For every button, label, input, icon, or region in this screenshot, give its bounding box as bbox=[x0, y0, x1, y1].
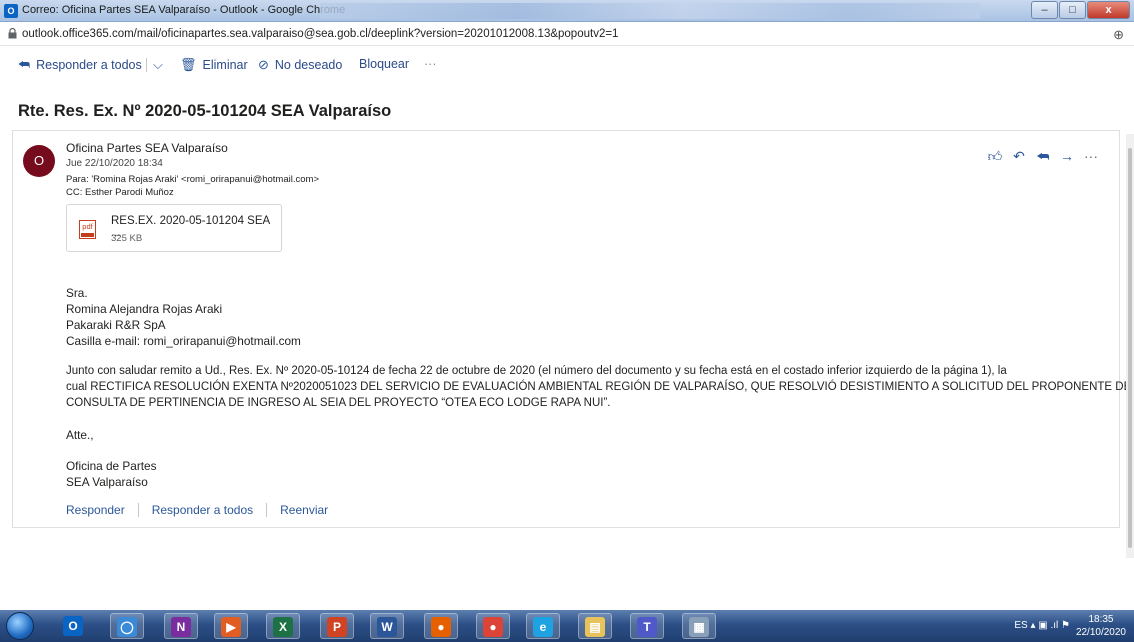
outlook-icon: O bbox=[63, 616, 83, 636]
scrollbar[interactable] bbox=[1126, 134, 1134, 558]
taskbar-app-calculator[interactable]: ▦ bbox=[682, 613, 716, 639]
calculator-icon: ▦ bbox=[689, 617, 709, 637]
to-recipients[interactable]: Para: 'Romina Rojas Araki' <romi_orirapa… bbox=[66, 174, 319, 185]
clock-time: 18:35 bbox=[1088, 614, 1114, 625]
reply-options-dropdown[interactable]: ⌵ bbox=[153, 57, 169, 73]
firefox-icon: ● bbox=[431, 617, 451, 637]
window-controls: – □ x bbox=[1030, 1, 1130, 19]
message-date: Jue 22/10/2020 18:34 bbox=[66, 158, 163, 169]
teams-icon: T bbox=[637, 617, 657, 637]
taskbar-app-file-explorer[interactable]: ▤ bbox=[578, 613, 612, 639]
attachment-size: 325 KB bbox=[111, 233, 143, 244]
delete-button[interactable]: 🗑 Eliminar bbox=[180, 57, 248, 73]
body-greeting: Sra. bbox=[66, 286, 88, 300]
address-bar[interactable]: outlook.office365.com/mail/oficinapartes… bbox=[0, 22, 1134, 46]
windows-taskbar: O ◯ N ▶ X P W ● ● e ▤ T ▦ ES ▴ ▣ .ıl ⚑ 18:35 22/10/2… bbox=[0, 610, 1134, 642]
clock-date: 22/10/2020 bbox=[1075, 627, 1126, 638]
url-text[interactable]: outlook.office365.com/mail/oficinapartes… bbox=[22, 28, 618, 40]
taskbar-app-firefox[interactable]: ● bbox=[424, 613, 458, 639]
junk-button[interactable]: ⊘ No deseado bbox=[258, 57, 342, 73]
reply-icon[interactable]: ↶ bbox=[1007, 148, 1031, 165]
taskbar-app-onenote[interactable]: N bbox=[164, 613, 198, 639]
body-paragraph-line-2: cual RECTIFICA RESOLUCIÓN EXENTA Nº20200… bbox=[66, 381, 1132, 393]
more-actions-button[interactable]: ··· bbox=[424, 57, 437, 71]
junk-label: No deseado bbox=[274, 58, 343, 72]
taskbar-app-media-app[interactable]: ▶ bbox=[214, 613, 248, 639]
body-company: Pakaraki R&R SpA bbox=[66, 318, 166, 332]
file-explorer-icon: ▤ bbox=[585, 617, 605, 637]
powerpoint-icon: P bbox=[327, 617, 347, 637]
block-label: Bloquear bbox=[359, 57, 410, 71]
onenote-icon: N bbox=[171, 617, 191, 637]
zoom-icon[interactable]: ⊕ bbox=[1113, 27, 1124, 43]
taskbar-app-powerpoint[interactable]: P bbox=[320, 613, 354, 639]
taskbar-app-internet-explorer[interactable]: e bbox=[526, 613, 560, 639]
window-title-bar[interactable]: O Correo: Oficina Partes SEA Valparaíso … bbox=[0, 0, 1134, 22]
start-button[interactable] bbox=[6, 612, 34, 640]
reply-all-toolbar-button[interactable]: ⮪ Responder a todos bbox=[18, 57, 142, 73]
taskbar-app-chrome[interactable]: ● bbox=[476, 613, 510, 639]
reply-all-icon[interactable]: ⮪ bbox=[1031, 148, 1055, 165]
outlook-app-icon: O bbox=[4, 4, 18, 18]
body-signature-1: Oficina de Partes bbox=[66, 459, 157, 473]
reply-divider bbox=[266, 503, 268, 517]
lock-icon bbox=[8, 28, 17, 39]
pdf-icon-label: pdf bbox=[82, 222, 93, 231]
forward-link[interactable]: Reenviar bbox=[280, 503, 328, 517]
body-signature-2: SEA Valparaíso bbox=[66, 475, 148, 489]
message-actions: 👍︎ ↶ ⮪ → ··· bbox=[983, 148, 1103, 165]
body-recipient-name: Romina Alejandra Rojas Araki bbox=[66, 302, 223, 316]
delete-label: Eliminar bbox=[202, 58, 248, 72]
pdf-icon-bar bbox=[81, 233, 94, 237]
word-icon: W bbox=[377, 617, 397, 637]
block-button[interactable]: Bloquear bbox=[359, 57, 409, 71]
block-circle-icon: ⊘ bbox=[258, 57, 269, 72]
clock[interactable]: 18:35 22/10/2020 bbox=[1076, 613, 1126, 639]
reply-all-link[interactable]: Responder a todos bbox=[152, 503, 253, 517]
taskbar-app-generic-app[interactable]: ◯ bbox=[110, 613, 144, 639]
chevron-down-icon: ⌵ bbox=[153, 57, 163, 72]
close-button[interactable]: x bbox=[1087, 1, 1130, 19]
taskbar-app-teams[interactable]: T bbox=[630, 613, 664, 639]
pdf-file-icon: pdf bbox=[79, 220, 96, 239]
title-bar-background bbox=[320, 3, 980, 19]
scrollbar-thumb[interactable] bbox=[1128, 148, 1132, 548]
like-icon[interactable]: 👍︎ bbox=[983, 148, 1007, 165]
excel-icon: X bbox=[273, 617, 293, 637]
generic-app-icon: ◯ bbox=[117, 617, 137, 637]
reply-links-row: Responder Responder a todos Reenviar bbox=[66, 503, 328, 517]
trash-icon: 🗑 bbox=[180, 57, 197, 72]
body-paragraph-line-1: Junto con saludar remito a Ud., Res. Ex.… bbox=[66, 365, 1007, 377]
more-icon[interactable]: ··· bbox=[1079, 148, 1103, 165]
body-closing: Atte., bbox=[66, 428, 94, 442]
reply-divider bbox=[137, 503, 139, 517]
window-title: Correo: Oficina Partes SEA Valparaíso - … bbox=[22, 4, 346, 16]
avatar[interactable]: O bbox=[23, 145, 55, 177]
cc-recipients[interactable]: CC: Esther Parodi Muñoz bbox=[66, 187, 174, 198]
taskbar-app-outlook[interactable]: O bbox=[56, 613, 90, 639]
reply-link[interactable]: Responder bbox=[66, 503, 125, 517]
body-paragraph-line-3: CONSULTA DE PERTINENCIA DE INGRESO AL SE… bbox=[66, 397, 611, 409]
media-app-icon: ▶ bbox=[221, 617, 241, 637]
message-subject: Rte. Res. Ex. Nº 2020-05-101204 SEA Valp… bbox=[18, 102, 392, 120]
taskbar-app-excel[interactable]: X bbox=[266, 613, 300, 639]
body-email: Casilla e-mail: romi_orirapanui@hotmail.… bbox=[66, 334, 301, 348]
reply-all-icon: ⮪ bbox=[18, 57, 31, 72]
reply-all-label: Responder a todos bbox=[36, 58, 142, 72]
sender-name[interactable]: Oficina Partes SEA Valparaíso bbox=[66, 141, 228, 155]
message-card: O Oficina Partes SEA Valparaíso Jue 22/1… bbox=[12, 130, 1131, 528]
toolbar-divider bbox=[146, 58, 147, 72]
forward-icon[interactable]: → bbox=[1055, 148, 1079, 165]
internet-explorer-icon: e bbox=[533, 617, 553, 637]
message-toolbar: ⮪ Responder a todos ⌵ 🗑 Eliminar ⊘ No desea… bbox=[0, 46, 1134, 82]
chrome-icon: ● bbox=[483, 617, 503, 637]
minimize-button[interactable]: – bbox=[1031, 1, 1058, 19]
system-tray[interactable]: ES ▴ ▣ .ıl ⚑ bbox=[1014, 620, 1070, 631]
taskbar-app-word[interactable]: W bbox=[370, 613, 404, 639]
maximize-button[interactable]: □ bbox=[1059, 1, 1086, 19]
attachment-card[interactable]: pdf RES.EX. 2020-05-101204 SEA ... 325 K… bbox=[66, 204, 282, 252]
